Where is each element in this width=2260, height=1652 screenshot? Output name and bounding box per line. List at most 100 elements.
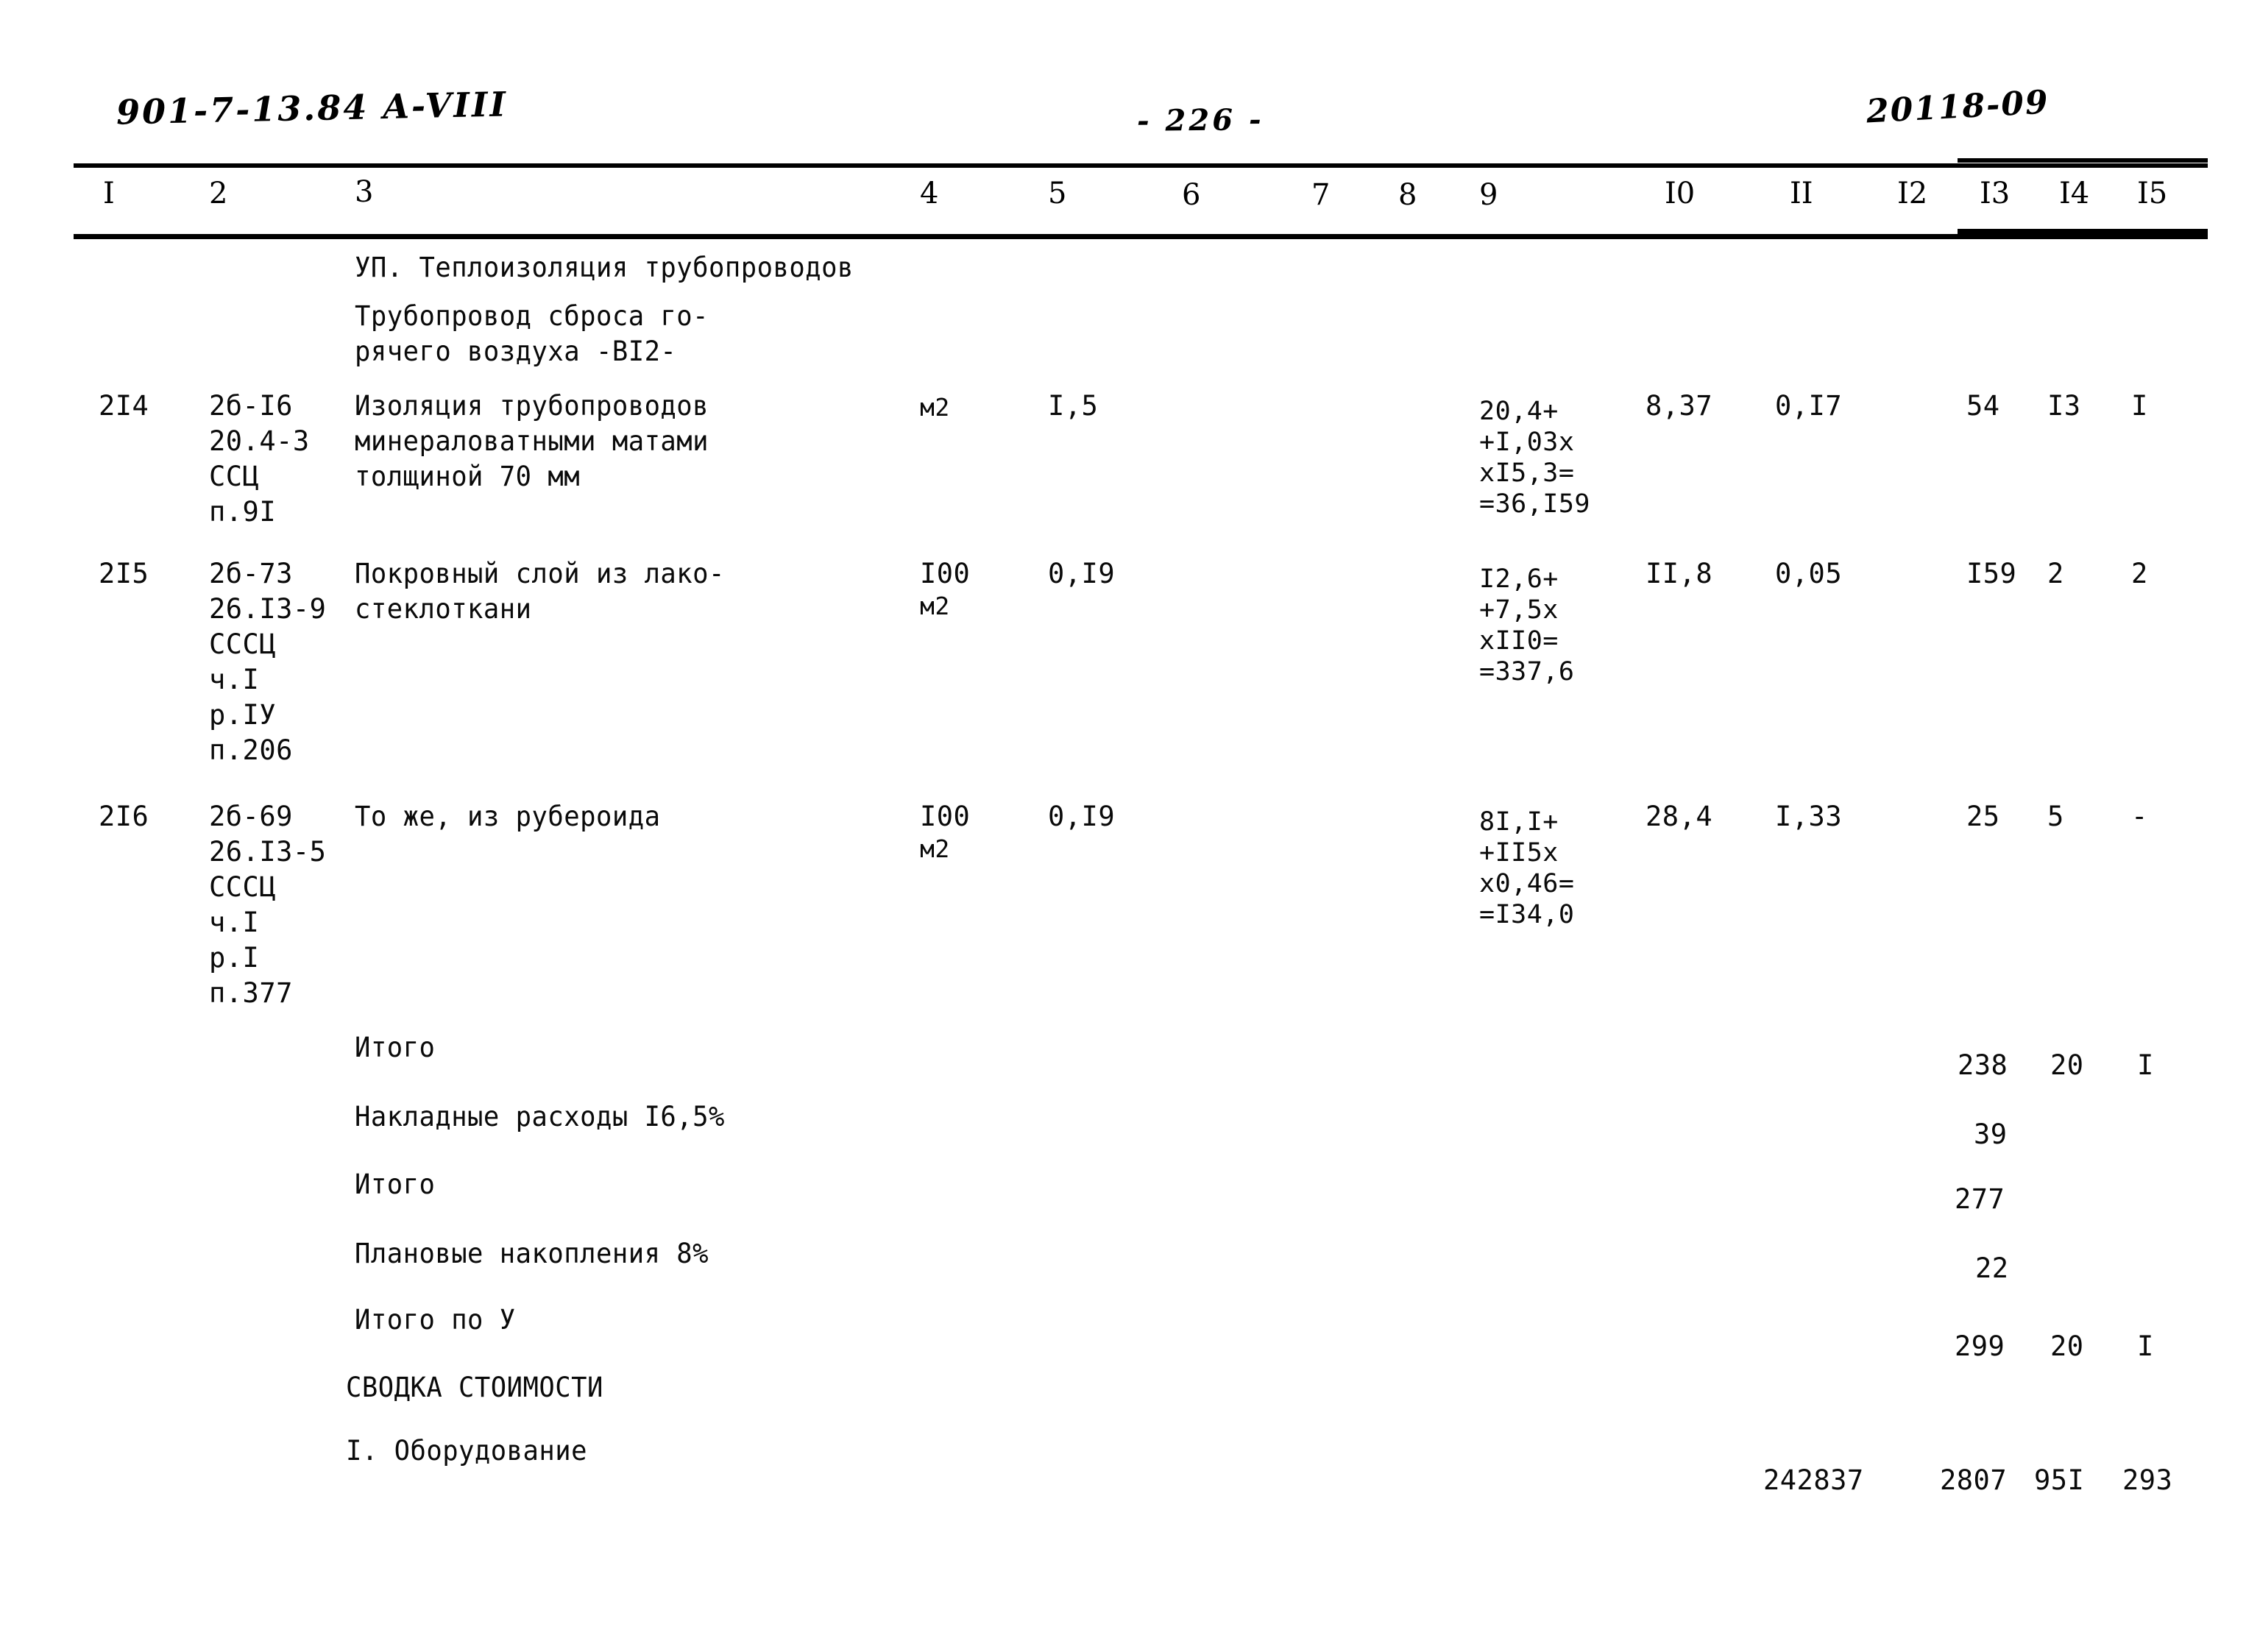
column-header-6: 6 <box>1182 178 1201 212</box>
row-code-line: ч.I <box>209 664 260 695</box>
row-col10: 28,4 <box>1646 801 1713 832</box>
row-col15: - <box>2131 801 2148 832</box>
column-header-1: I <box>103 177 115 210</box>
summary-label: Итого <box>355 1032 436 1063</box>
summary-col14: 95I <box>2034 1464 2085 1496</box>
row-quantity: I,5 <box>1048 390 1099 422</box>
row-formula-line: x0,46= <box>1479 869 1575 898</box>
row-formula-line: xI5,3= <box>1479 458 1575 488</box>
row-code-line: 2б-69 <box>209 801 293 832</box>
summary-col13: 238 <box>1958 1049 2008 1081</box>
summary-col13: 22 <box>1975 1252 2009 1284</box>
row-formula-line: I2,6+ <box>1479 564 1559 594</box>
column-header-10: I0 <box>1665 177 1696 210</box>
row-col14: 5 <box>2047 801 2064 832</box>
table-top-rule <box>74 163 2208 168</box>
row-description-line: стеклоткани <box>355 593 532 625</box>
summary-label: Плановые накопления 8% <box>355 1238 709 1269</box>
row-unit: м2 <box>920 592 950 620</box>
summary-label: Итого <box>355 1169 436 1200</box>
column-header-14: I4 <box>2059 177 2090 210</box>
summary-label: Итого по У <box>355 1304 516 1336</box>
row-quantity: 0,I9 <box>1048 801 1116 832</box>
row-code-line: р.IУ <box>209 699 277 731</box>
summary-label: I. Оборудование <box>346 1435 587 1467</box>
summary-col15: 293 <box>2122 1464 2173 1496</box>
subsection-title-line-2: рячего воздуха -ВI2- <box>355 336 677 367</box>
row-col13: 25 <box>1966 801 2000 832</box>
row-formula-line: +7,5x <box>1479 595 1559 625</box>
row-code-line: СССЦ <box>209 871 277 903</box>
column-header-3: 3 <box>355 175 374 209</box>
summary-col14: 20 <box>2050 1049 2084 1081</box>
row-description-line: То же, из рубероида <box>355 801 661 832</box>
row-code-line: СССЦ <box>209 628 277 660</box>
row-col15: 2 <box>2131 558 2148 589</box>
row-formula-line: 20,4+ <box>1479 397 1559 426</box>
column-header-13: I3 <box>1980 177 2011 210</box>
row-code-line: п.9I <box>209 496 277 528</box>
sheet-code-annotation: 20118-09 <box>1865 83 2050 131</box>
row-col14: 2 <box>2047 558 2064 589</box>
table-header-rule <box>74 234 2208 239</box>
row-code-line: п.377 <box>209 977 293 1009</box>
row-formula-line: +II5x <box>1479 838 1559 868</box>
column-header-5: 5 <box>1048 177 1067 210</box>
column-header-15: I5 <box>2137 177 2168 210</box>
row-unit: м2 <box>920 834 950 863</box>
row-col13: I59 <box>1966 558 2017 589</box>
row-quantity: 0,I9 <box>1048 558 1116 589</box>
cost-summary-heading: СВОДКА СТОИМОСТИ <box>346 1372 603 1403</box>
row-number: 2I6 <box>99 801 149 832</box>
column-header-8: 8 <box>1398 178 1417 212</box>
row-code-line: 2б-73 <box>209 558 293 589</box>
column-header-9: 9 <box>1479 178 1498 212</box>
summary-label: Накладные расходы I6,5% <box>355 1101 725 1132</box>
row-description-line: Покровный слой из лако- <box>355 558 725 589</box>
row-code-line: ч.I <box>209 907 260 938</box>
row-formula-line: =36,I59 <box>1479 489 1591 519</box>
row-col10: 8,37 <box>1646 390 1713 422</box>
column-header-4: 4 <box>920 177 939 210</box>
table-header-rule-right <box>1958 229 2208 234</box>
page-number: - 226 - <box>1136 102 1264 138</box>
section-title: УП. Теплоизоляция трубопроводов <box>355 252 854 283</box>
summary-col12: 242837 <box>1763 1464 1864 1496</box>
row-col10: II,8 <box>1646 558 1713 589</box>
row-col13: 54 <box>1966 390 2000 422</box>
row-unit: I00 <box>920 801 971 832</box>
subsection-title-line-1: Трубопровод сброса го- <box>355 300 709 332</box>
row-formula-line: +I,03x <box>1479 428 1575 457</box>
row-col15: I <box>2131 390 2148 422</box>
column-header-2: 2 <box>209 177 228 210</box>
row-formula-line: xII0= <box>1479 626 1559 656</box>
document-page: 901-7-13.84 A-VIII - 226 - 20118-09 I 2 … <box>0 0 2260 1652</box>
row-description-line: толщиной 70 мм <box>355 461 581 492</box>
row-code-line: 20.4-3 <box>209 425 310 457</box>
row-col11: 0,05 <box>1775 558 1843 589</box>
row-formula-line: 8I,I+ <box>1479 807 1559 837</box>
document-code-annotation: 901-7-13.84 A-VIII <box>116 84 509 132</box>
column-header-12: I2 <box>1897 177 1928 210</box>
row-code-line: р.I <box>209 942 260 974</box>
row-col11: 0,I7 <box>1775 390 1843 422</box>
row-code-line: п.206 <box>209 734 293 766</box>
summary-col13: 299 <box>1955 1330 2005 1362</box>
summary-col13: 2807 <box>1940 1464 2008 1496</box>
row-unit: I00 <box>920 558 971 589</box>
summary-col13: 277 <box>1955 1183 2005 1215</box>
row-col11: I,33 <box>1775 801 1843 832</box>
row-formula-line: =I34,0 <box>1479 900 1575 929</box>
column-header-7: 7 <box>1311 178 1331 212</box>
row-code-line: ССЦ <box>209 461 260 492</box>
row-code-line: 2б-I6 <box>209 390 293 422</box>
row-number: 2I5 <box>99 558 149 589</box>
row-col14: I3 <box>2047 390 2081 422</box>
row-code-line: 26.I3-9 <box>209 593 327 625</box>
row-description-line: Изоляция трубопроводов <box>355 390 709 422</box>
row-description-line: минераловатными матами <box>355 425 709 457</box>
summary-col14: 20 <box>2050 1330 2084 1362</box>
summary-col15: I <box>2137 1049 2154 1081</box>
column-header-11: II <box>1790 177 1813 210</box>
row-formula-line: =337,6 <box>1479 657 1575 687</box>
